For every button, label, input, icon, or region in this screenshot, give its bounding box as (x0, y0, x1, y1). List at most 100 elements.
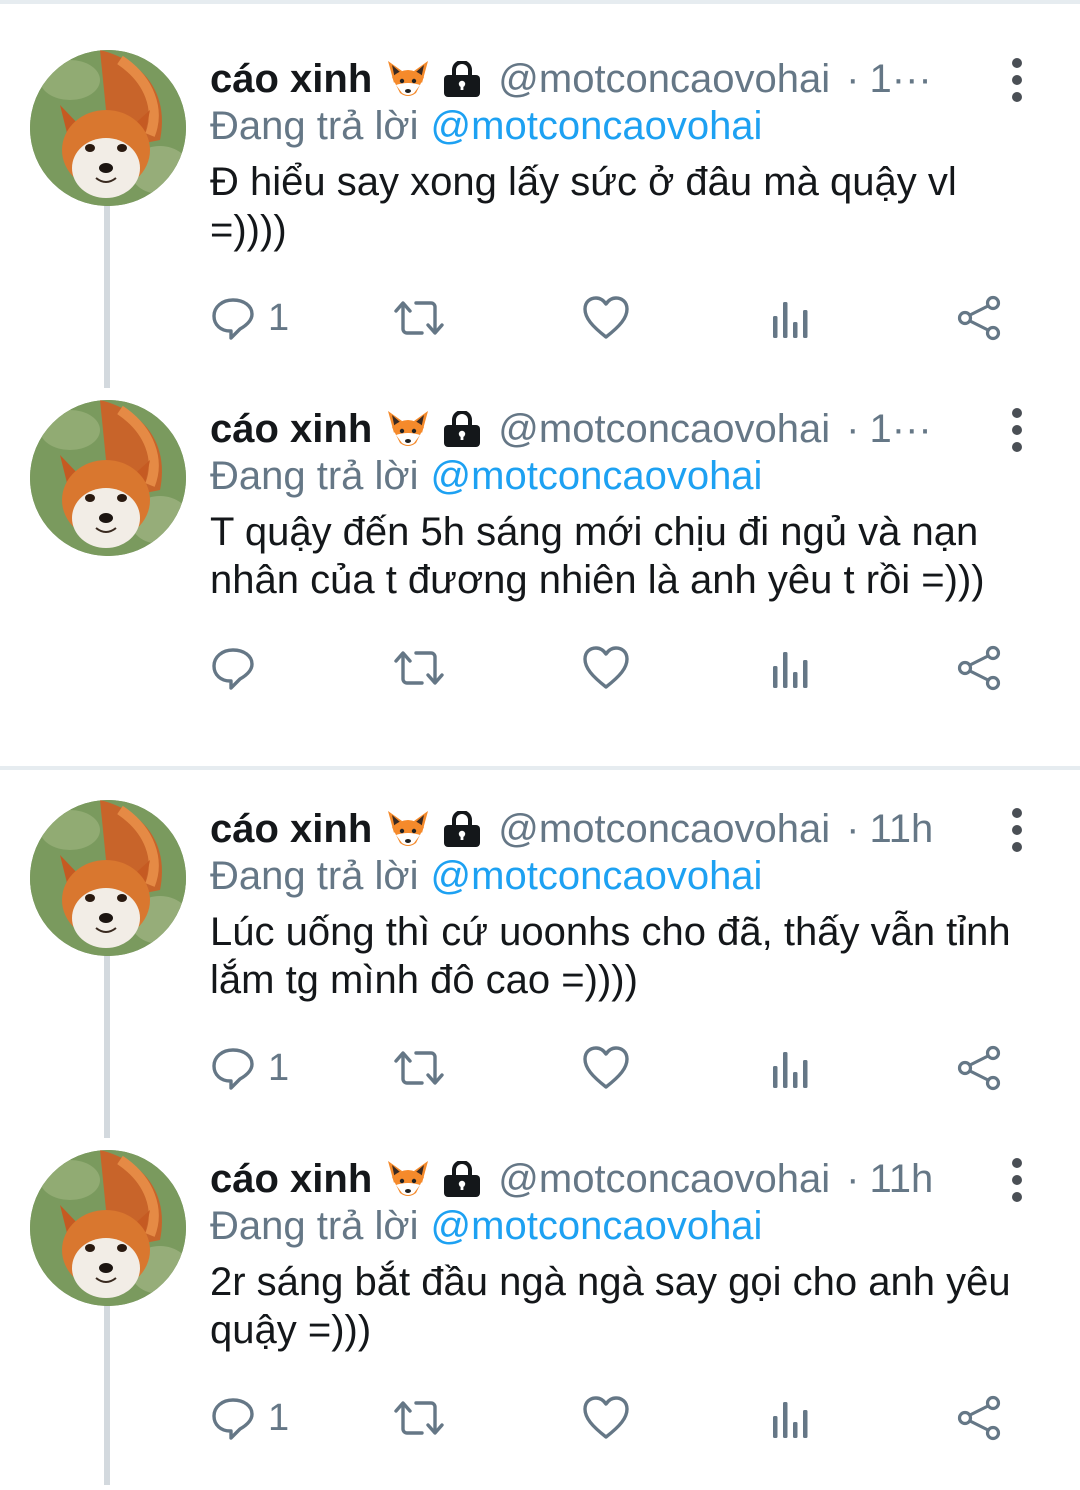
replying-to: Đang trả lời @motconcaovohai (210, 1204, 762, 1249)
tweet-text: Đ hiểu say xong lấy sức ở đâu mà quậy vl… (210, 160, 957, 252)
username-handle[interactable]: @motconcaovohai (498, 57, 830, 102)
top-divider (0, 0, 1080, 4)
timestamp[interactable]: 1··· (870, 407, 932, 452)
timestamp[interactable]: 1··· (870, 57, 932, 102)
heart-icon (583, 1396, 629, 1439)
share-button[interactable] (956, 1392, 1002, 1444)
analytics-button[interactable] (770, 642, 812, 694)
fox-emoji-icon (386, 809, 430, 849)
reply-count: 1 (268, 1046, 290, 1089)
fox-avatar-image (30, 400, 186, 556)
reply-button[interactable]: 1 (210, 1042, 289, 1094)
tweet-text: T quậy đến 5h sáng mới chịu đi ngủ và nạ… (210, 510, 985, 602)
analytics-icon (773, 302, 808, 338)
thread-divider (0, 766, 1080, 770)
fox-emoji-icon (386, 409, 430, 449)
replying-to-label: Đang trả lời (210, 104, 419, 148)
timestamp[interactable]: 11h (870, 1157, 934, 1202)
fox-avatar-image (30, 50, 186, 206)
reply-icon (212, 298, 254, 340)
tweet-header: cáo xinh @motconcaovohai · (210, 404, 1000, 454)
display-name[interactable]: cáo xinh (210, 807, 372, 852)
lock-icon (442, 411, 482, 447)
analytics-button[interactable] (770, 1392, 812, 1444)
lock-icon (442, 1161, 482, 1197)
share-icon (957, 1045, 1001, 1091)
replying-to-label: Đang trả lời (210, 854, 419, 898)
like-button[interactable] (582, 292, 630, 344)
replying-to-handle[interactable]: @motconcaovohai (431, 104, 763, 148)
reply-icon (212, 1398, 254, 1440)
reply-button[interactable]: 1 (210, 1392, 289, 1444)
tweet-actions (210, 642, 1030, 694)
like-button[interactable] (582, 642, 630, 694)
tweet-actions: 1 (210, 292, 1030, 344)
reply-icon (212, 1048, 254, 1090)
retweet-button[interactable] (392, 292, 446, 344)
tweet-actions: 1 (210, 1042, 1030, 1094)
tweet[interactable]: cáo xinh @motconcaovohai · (0, 40, 1080, 390)
replying-to: Đang trả lời @motconcaovohai (210, 104, 762, 149)
retweet-icon (394, 651, 444, 685)
share-button[interactable] (956, 1042, 1002, 1094)
retweet-button[interactable] (392, 1042, 446, 1094)
more-options-icon[interactable] (1004, 408, 1030, 452)
share-button[interactable] (956, 642, 1002, 694)
tweet[interactable]: cáo xinh @motconcaovohai · (0, 1140, 1080, 1490)
avatar[interactable] (30, 50, 186, 206)
share-icon (957, 1395, 1001, 1441)
replying-to-handle[interactable]: @motconcaovohai (431, 1204, 763, 1248)
lock-icon (442, 61, 482, 97)
username-handle[interactable]: @motconcaovohai (498, 1157, 830, 1202)
fox-avatar-image (30, 800, 186, 956)
tweet[interactable]: cáo xinh @motconcaovohai · (0, 790, 1080, 1140)
retweet-icon (394, 1051, 444, 1085)
replying-to-label: Đang trả lời (210, 454, 419, 498)
retweet-icon (394, 1401, 444, 1435)
replying-to-handle[interactable]: @motconcaovohai (431, 854, 763, 898)
heart-icon (583, 1046, 629, 1089)
replying-to-handle[interactable]: @motconcaovohai (431, 454, 763, 498)
display-name[interactable]: cáo xinh (210, 1157, 372, 1202)
lock-icon (442, 811, 482, 847)
tweet-header: cáo xinh @motconcaovohai · (210, 54, 1000, 104)
more-options-icon[interactable] (1004, 1158, 1030, 1202)
tweet-actions: 1 (210, 1392, 1030, 1444)
reply-button[interactable]: 1 (210, 292, 289, 344)
username-handle[interactable]: @motconcaovohai (498, 407, 830, 452)
avatar[interactable] (30, 400, 186, 556)
separator-dot: · (846, 806, 860, 851)
reply-button[interactable] (210, 642, 268, 694)
analytics-button[interactable] (770, 1042, 812, 1094)
tweet[interactable]: cáo xinh @motconcaovohai · (0, 390, 1080, 740)
tweet-text: 2r sáng bắt đầu ngà ngà say gọi cho anh … (210, 1260, 1011, 1352)
retweet-button[interactable] (392, 642, 446, 694)
analytics-icon (773, 1402, 808, 1438)
separator-dot: · (846, 56, 860, 101)
timestamp[interactable]: 11h (870, 807, 934, 852)
like-button[interactable] (582, 1392, 630, 1444)
more-options-icon[interactable] (1004, 808, 1030, 852)
username-handle[interactable]: @motconcaovohai (498, 807, 830, 852)
like-button[interactable] (582, 1042, 630, 1094)
retweet-icon (394, 301, 444, 335)
analytics-icon (773, 652, 808, 688)
share-icon (957, 645, 1001, 691)
display-name[interactable]: cáo xinh (210, 57, 372, 102)
more-options-icon[interactable] (1004, 58, 1030, 102)
retweet-button[interactable] (392, 1392, 446, 1444)
fox-avatar-image (30, 1150, 186, 1306)
analytics-button[interactable] (770, 292, 812, 344)
display-name[interactable]: cáo xinh (210, 407, 372, 452)
share-button[interactable] (956, 292, 1002, 344)
fox-emoji-icon (386, 1159, 430, 1199)
analytics-icon (773, 1052, 808, 1088)
replying-to: Đang trả lời @motconcaovohai (210, 854, 762, 899)
replying-to: Đang trả lời @motconcaovohai (210, 454, 762, 499)
reply-count: 1 (268, 296, 290, 339)
avatar[interactable] (30, 800, 186, 956)
reply-icon (212, 648, 254, 690)
replying-to-label: Đang trả lời (210, 1204, 419, 1248)
avatar[interactable] (30, 1150, 186, 1306)
tweet-text: Lúc uống thì cứ uoonhs cho đã, thấy vẫn … (210, 910, 1011, 1002)
